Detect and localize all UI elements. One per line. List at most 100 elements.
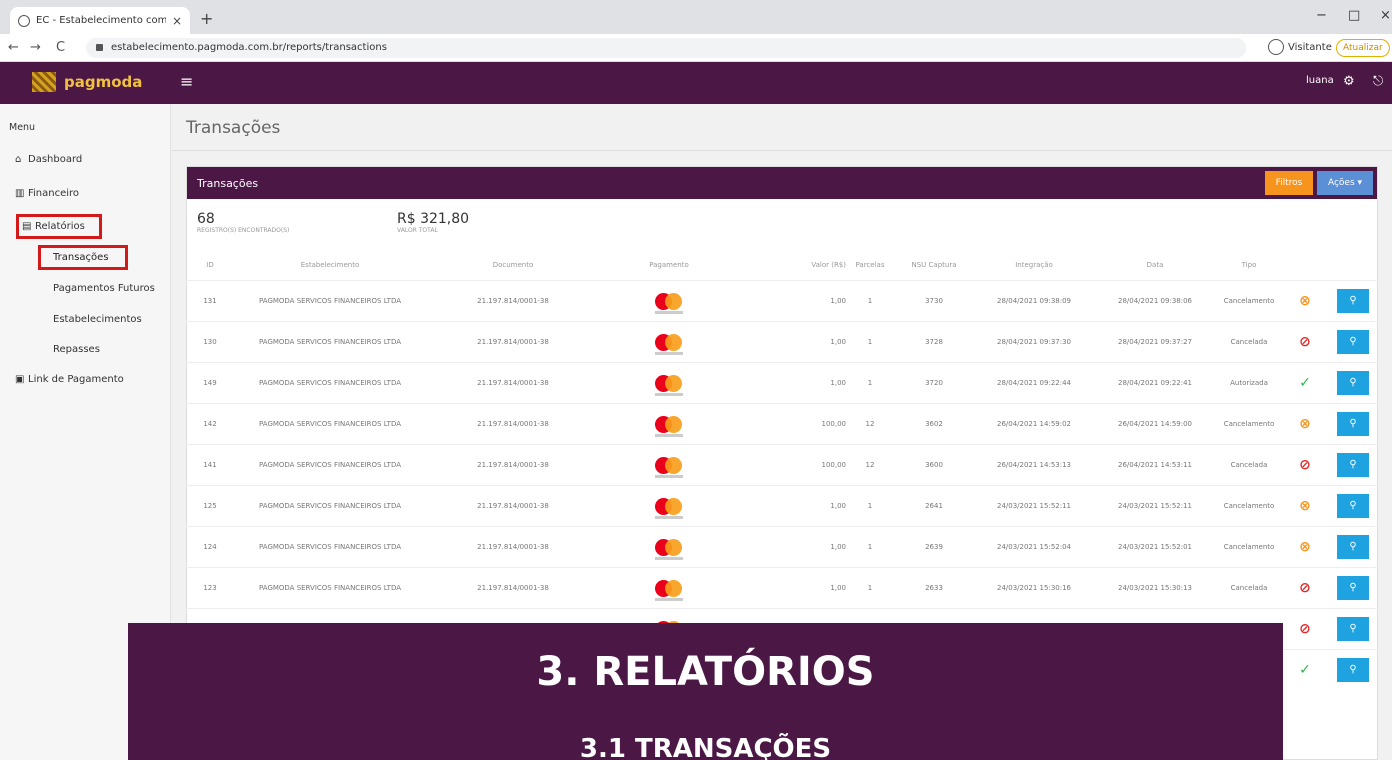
update-button[interactable]: Atualizar	[1336, 39, 1390, 57]
col-header[interactable]: NSU Captura	[894, 250, 974, 280]
status-icon: ⊗	[1299, 292, 1311, 309]
view-button[interactable]: ⚲	[1337, 329, 1369, 354]
cell-tipo: Cancelamento	[1216, 484, 1282, 526]
col-header[interactable]: Integração	[974, 250, 1094, 280]
forward-button[interactable]: →	[30, 40, 41, 55]
col-header[interactable]: Parcelas	[846, 250, 894, 280]
cell-valor: 1,00	[738, 525, 846, 567]
view-button[interactable]: ⚲	[1337, 452, 1369, 477]
view-button[interactable]: ⚲	[1337, 534, 1369, 559]
reload-button[interactable]: C	[56, 40, 65, 55]
link-icon: ▣	[15, 374, 25, 385]
action-cell: ⚲	[1328, 525, 1378, 567]
sidebar-item-repasses[interactable]: Repasses	[53, 344, 100, 355]
settings-icon[interactable]: ⚙	[1343, 74, 1355, 89]
col-header[interactable]: Data	[1094, 250, 1216, 280]
status-icon: ✓	[1299, 374, 1311, 391]
tab-close-icon[interactable]: ×	[172, 14, 182, 28]
globe-icon	[18, 14, 30, 27]
sidebar-item-dashboard[interactable]: ⌂ Dashboard	[15, 154, 82, 165]
view-button[interactable]: ⚲	[1337, 370, 1369, 395]
url-text: estabelecimento.pagmoda.com.br/reports/t…	[111, 42, 387, 53]
cell-doc: 21.197.814/0001-38	[426, 525, 600, 567]
profile-button[interactable]: Visitante	[1268, 39, 1332, 55]
address-bar: ← → C estabelecimento.pagmoda.com.br/rep…	[0, 34, 1392, 62]
table-row: 130 PAGMODA SERVICOS FINANCEIROS LTDA 21.1…	[186, 320, 1378, 362]
cell-nsu: 2633	[894, 566, 974, 608]
cell-integracao: 28/04/2021 09:38:09	[974, 279, 1094, 321]
cell-integracao: 26/04/2021 14:59:02	[974, 402, 1094, 444]
action-cell: ⚲	[1328, 607, 1378, 649]
cell-tipo: Cancelada	[1216, 566, 1282, 608]
records-label: REGISTRO(S) ENCONTRADO(S)	[197, 227, 290, 234]
close-window-button[interactable]: ×	[1380, 8, 1391, 23]
logout-icon[interactable]: ⎋	[1373, 74, 1383, 89]
cell-nsu: 2639	[894, 525, 974, 567]
status-cell: ✓	[1282, 361, 1328, 403]
cell-tipo: Cancelada	[1216, 443, 1282, 485]
sidebar-item-link-pagamento[interactable]: ▣ Link de Pagamento	[15, 374, 124, 385]
view-button[interactable]: ⚲	[1337, 288, 1369, 313]
minimize-button[interactable]: −	[1316, 8, 1327, 23]
menu-toggle-icon[interactable]: ≡	[180, 72, 193, 91]
col-header[interactable]: ID	[186, 250, 234, 280]
section-title: 3. RELATÓRIOS	[536, 649, 875, 695]
status-cell: ⊘	[1282, 607, 1328, 649]
maximize-button[interactable]: □	[1348, 8, 1360, 23]
cell-doc: 21.197.814/0001-38	[426, 361, 600, 403]
view-button[interactable]: ⚲	[1337, 493, 1369, 518]
cell-valor: 1,00	[738, 361, 846, 403]
status-icon: ⊘	[1299, 579, 1311, 596]
highlight-transacoes	[38, 245, 128, 270]
sidebar-item-pagamentos-futuros[interactable]: Pagamentos Futuros	[53, 283, 155, 294]
cell-valor: 1,00	[738, 279, 846, 321]
url-field[interactable]: estabelecimento.pagmoda.com.br/reports/t…	[86, 38, 1246, 58]
sidebar-item-label: Dashboard	[28, 154, 83, 165]
new-tab-button[interactable]: +	[200, 9, 213, 28]
sidebar-item-financeiro[interactable]: ▥ Financeiro	[15, 188, 79, 199]
status-cell: ⊗	[1282, 279, 1328, 321]
cell-tipo: Autorizada	[1216, 361, 1282, 403]
table-row: 123 PAGMODA SERVICOS FINANCEIROS LTDA 21.1…	[186, 566, 1378, 608]
cell-nsu: 3600	[894, 443, 974, 485]
sidebar-item-estabelecimentos[interactable]: Estabelecimentos	[53, 314, 142, 325]
logo[interactable]: pagmoda	[32, 72, 142, 92]
home-icon: ⌂	[15, 154, 22, 165]
cell-doc: 21.197.814/0001-38	[426, 484, 600, 526]
table-row: 124 PAGMODA SERVICOS FINANCEIROS LTDA 21.1…	[186, 525, 1378, 567]
cell-valor: 1,00	[738, 566, 846, 608]
payment-cell	[600, 320, 738, 362]
mastercard-icon	[655, 292, 683, 315]
status-icon: ⊗	[1299, 497, 1311, 514]
actions-button[interactable]: Ações ▾	[1317, 171, 1373, 195]
col-header[interactable]: Tipo	[1216, 250, 1282, 280]
browser-tab-bar: EC - Estabelecimento comercial × + − □ ×	[0, 0, 1392, 34]
status-cell: ✓	[1282, 648, 1328, 690]
col-header[interactable]: Pagamento	[600, 250, 738, 280]
sidebar-item-label: Financeiro	[28, 188, 80, 199]
cell-doc: 21.197.814/0001-38	[426, 402, 600, 444]
cell-id: 149	[186, 361, 234, 403]
table-row: 131 PAGMODA SERVICOS FINANCEIROS LTDA 21.1…	[186, 279, 1378, 321]
view-button[interactable]: ⚲	[1337, 657, 1369, 682]
highlight-relatorios	[16, 214, 102, 239]
records-count: 68	[197, 211, 215, 227]
mastercard-icon	[655, 497, 683, 520]
col-header[interactable]: Documento	[426, 250, 600, 280]
filters-button[interactable]: Filtros	[1265, 171, 1313, 195]
col-header[interactable]: Estabelecimento	[234, 250, 426, 280]
cell-tipo: Cancelamento	[1216, 279, 1282, 321]
cell-tipo: Cancelamento	[1216, 525, 1282, 567]
user-name[interactable]: luana	[1306, 75, 1334, 86]
status-icon: ⊘	[1299, 333, 1311, 350]
cell-data: 28/04/2021 09:38:06	[1094, 279, 1216, 321]
view-button[interactable]: ⚲	[1337, 575, 1369, 600]
col-header[interactable]: Valor (R$)	[738, 250, 846, 280]
action-cell: ⚲	[1328, 361, 1378, 403]
back-button[interactable]: ←	[8, 40, 19, 55]
view-button[interactable]: ⚲	[1337, 616, 1369, 641]
browser-tab[interactable]: EC - Estabelecimento comercial ×	[10, 7, 190, 34]
cell-integracao: 24/03/2021 15:52:04	[974, 525, 1094, 567]
status-cell: ⊘	[1282, 443, 1328, 485]
view-button[interactable]: ⚲	[1337, 411, 1369, 436]
